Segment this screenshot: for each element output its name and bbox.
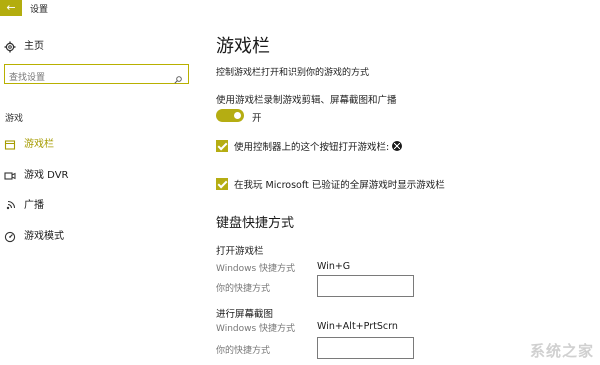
page-description: 控制游戏栏打开和识别你的游戏的方式: [216, 68, 370, 78]
record-setting-label: 使用游戏栏录制游戏剪辑、屏幕截图和广播: [216, 95, 397, 106]
custom-shortcut-input[interactable]: [317, 275, 414, 297]
controller-button-checkbox-row[interactable]: 使用控制器上的这个按钮打开游戏栏:: [216, 139, 403, 153]
checkbox-label: 在我玩 Microsoft 已验证的全屏游戏时显示游戏栏: [234, 180, 445, 191]
game-mode-icon: [4, 228, 16, 243]
fullscreen-checkbox-row[interactable]: 在我玩 Microsoft 已验证的全屏游戏时显示游戏栏: [216, 177, 445, 191]
custom-shortcut-label: 你的快捷方式: [216, 346, 271, 356]
sidebar-item-label: 游戏 DVR: [24, 169, 69, 181]
keyboard-shortcuts-title: 键盘快捷方式: [216, 216, 295, 231]
custom-shortcut-input[interactable]: [317, 337, 414, 359]
window-title: 设置: [30, 5, 49, 15]
main-content: 游戏栏 控制游戏栏打开和识别你的游戏的方式 使用游戏栏录制游戏剪辑、屏幕截图和广…: [216, 16, 600, 365]
windows-shortcut-label: Windows 快捷方式: [216, 264, 296, 274]
title-bar: ← 设置: [0, 0, 600, 16]
shortcut-group-title: 打开游戏栏: [216, 246, 264, 257]
toggle-state-label: 开: [252, 113, 262, 124]
fullscreen-game-checkbox[interactable]: [216, 178, 228, 190]
sidebar-item-label: 游戏栏: [24, 138, 54, 150]
search-box[interactable]: [4, 64, 189, 87]
xbox-icon: [392, 141, 403, 151]
windows-shortcut-value: Win+Alt+PrtScrn: [317, 321, 398, 332]
windows-shortcut-label: Windows 快捷方式: [216, 324, 296, 334]
sidebar-item-label: 主页: [24, 40, 44, 52]
broadcast-icon: [4, 197, 16, 210]
gamebar-toggle[interactable]: [216, 109, 244, 122]
sidebar-item-broadcast[interactable]: 广播: [0, 194, 44, 212]
sidebar-item-game-mode[interactable]: 游戏模式: [0, 225, 64, 243]
gamebar-icon: [4, 136, 16, 150]
toggle-knob: [234, 112, 241, 119]
sidebar-item-label: 游戏模式: [24, 230, 64, 242]
sidebar-item-gamebar[interactable]: 游戏栏: [0, 133, 54, 151]
search-icon[interactable]: [174, 69, 182, 84]
controller-button-checkbox[interactable]: [216, 140, 228, 152]
windows-shortcut-value: Win+G: [317, 261, 351, 272]
checkbox-label: 使用控制器上的这个按钮打开游戏栏:: [234, 142, 390, 153]
page-title: 游戏栏: [216, 36, 270, 57]
custom-shortcut-label: 你的快捷方式: [216, 284, 271, 294]
sidebar-item-home[interactable]: 主页: [0, 35, 44, 53]
sidebar-section-label: 游戏: [5, 114, 24, 124]
watermark: 系统之家: [529, 342, 594, 360]
dvr-icon: [4, 167, 16, 180]
gear-icon: [4, 38, 16, 53]
search-input[interactable]: [5, 69, 173, 87]
back-arrow-icon: ←: [6, 1, 16, 14]
sidebar-item-dvr[interactable]: 游戏 DVR: [0, 164, 69, 182]
back-button[interactable]: ←: [0, 0, 22, 16]
sidebar: 主页 游戏 游戏栏 游戏 DVR: [0, 16, 198, 365]
sidebar-item-label: 广播: [24, 199, 44, 211]
shortcut-group-title: 进行屏幕截图: [216, 309, 274, 320]
